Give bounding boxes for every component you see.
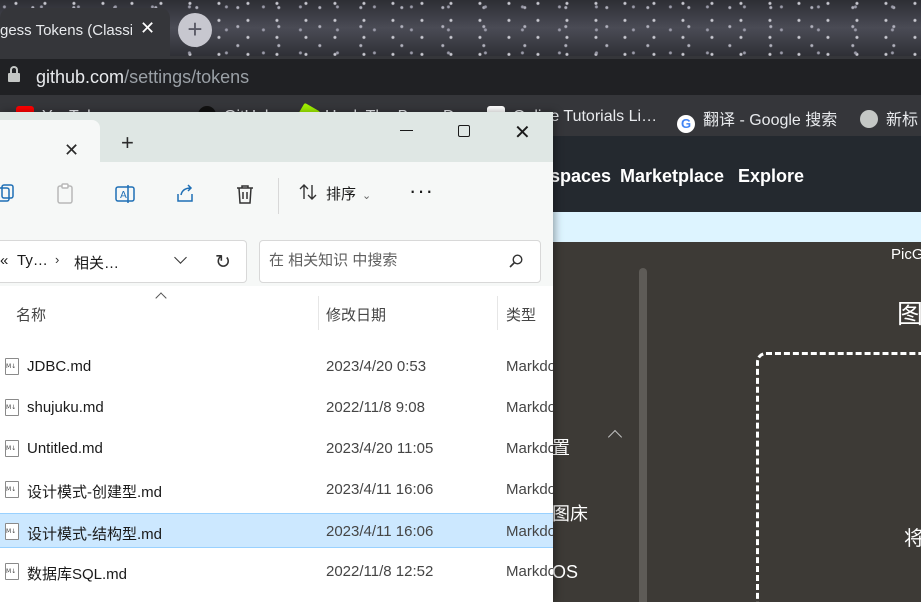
file-date: 2022/11/8 12:52 [326,563,434,580]
rename-icon[interactable]: A [113,182,137,206]
file-explorer-window: ✕ + ✕ A 排序 ⌄ ··· « Ty… › 相关… ↻ 在 相关知识 中搜… [0,112,553,602]
markdown-file-icon [5,399,19,416]
file-row[interactable]: Untitled.md 2023/4/20 11:05 Markdown [0,431,553,466]
browser-tab-strip: gess Tokens (Classi ✕ + [0,0,921,56]
file-name: Untitled.md [27,440,103,457]
github-banner [540,212,921,242]
column-header-date[interactable]: 修改日期 [326,304,386,325]
browser-new-tab-button[interactable]: + [178,13,212,47]
explorer-address-row: « Ty… › 相关… ↻ [0,230,553,286]
markdown-file-icon [5,523,19,540]
file-list: 名称 修改日期 类型 JDBC.md 2023/4/20 0:53 Markdo… [0,286,553,602]
file-date: 2023/4/20 0:53 [326,358,427,375]
file-date: 2023/4/11 16:06 [326,481,434,498]
page-heading-fragment: 图 [897,299,921,329]
more-options-button[interactable]: ··· [409,178,434,204]
column-divider[interactable] [497,296,498,330]
search-box[interactable] [259,240,541,283]
file-row[interactable]: JDBC.md 2023/4/20 0:53 Markdown [0,349,553,384]
browser-tab-title: gess Tokens (Classi [0,22,132,39]
file-type: Markdown [506,440,553,457]
chevron-up-icon[interactable] [607,429,623,445]
minimize-icon[interactable] [400,130,413,131]
sort-ascending-icon [155,292,167,304]
file-type: Markdown [506,523,553,540]
paste-icon[interactable] [53,182,77,206]
url-host: github.com [36,67,125,87]
bookmark-new[interactable]: 新标 [860,106,918,130]
sidebar-fragment-picbed[interactable]: 图床 [552,500,588,526]
svg-text:A: A [120,190,127,201]
sort-button[interactable]: 排序 ⌄ [298,183,371,204]
column-header-name[interactable]: 名称 [16,304,46,325]
browser-toolbar: github.com/settings/tokens [0,56,921,98]
globe-icon [860,110,878,128]
markdown-file-icon [5,440,19,457]
file-row-selected[interactable]: 设计模式-结构型.md 2023/4/11 16:06 Markdown [0,513,553,548]
breadcrumb[interactable]: « Ty… › 相关… ↻ [0,240,247,283]
bookmark-google-translate[interactable]: G 翻译 - Google 搜索 [677,106,837,133]
file-type: Markdown [506,358,553,375]
search-icon[interactable] [508,253,524,269]
sort-label: 排序 [326,186,357,203]
sidebar-fragment-settings[interactable]: 置 [552,434,570,460]
file-type: Markdown [506,563,553,580]
file-name: 设计模式-结构型.md [27,526,163,543]
column-header-type[interactable]: 类型 [506,304,536,325]
file-row[interactable]: 数据库SQL.md 2022/11/8 12:52 Markdown [0,554,553,589]
close-tab-icon[interactable]: ✕ [64,140,79,161]
nav-codespaces[interactable]: spaces [550,166,611,187]
refresh-icon[interactable]: ↻ [215,251,231,274]
explorer-command-bar: A 排序 ⌄ ··· [0,162,553,230]
sidebar-fragment-os[interactable]: OS [552,562,578,583]
url-text: github.com/settings/tokens [36,67,249,88]
file-name: JDBC.md [27,358,92,375]
browser-active-tab[interactable]: gess Tokens (Classi ✕ [0,8,170,56]
file-name: 设计模式-创建型.md [27,484,163,501]
markdown-file-icon [5,563,19,580]
file-date: 2023/4/11 16:06 [326,523,434,540]
chevron-down-icon: ⌄ [362,190,372,202]
page-scrollbar[interactable] [639,268,647,602]
search-input[interactable] [269,252,499,269]
github-header: spaces Marketplace Explore [540,136,921,212]
file-date: 2022/11/8 9:08 [326,399,425,416]
file-name: 数据库SQL.md [27,566,128,583]
delete-icon[interactable] [233,182,257,206]
nav-marketplace[interactable]: Marketplace [620,166,724,187]
address-bar[interactable]: github.com/settings/tokens [0,59,921,95]
breadcrumb-current[interactable]: 相关… [74,252,119,273]
upload-dropzone[interactable] [756,352,921,602]
share-icon[interactable] [173,182,197,206]
explorer-tab[interactable]: ✕ [0,120,100,162]
google-icon: G [677,115,695,133]
url-path: /settings/tokens [124,67,250,87]
markdown-file-icon [5,481,19,498]
file-name: shujuku.md [27,399,104,416]
new-tab-icon[interactable]: + [121,130,134,156]
breadcrumb-parent[interactable]: Ty… [17,252,48,269]
file-date: 2023/4/20 11:05 [326,440,434,457]
maximize-icon[interactable] [458,125,470,137]
lock-icon[interactable] [8,66,20,83]
column-divider[interactable] [318,296,319,330]
markdown-file-icon [5,358,19,375]
file-row[interactable]: 设计模式-创建型.md 2023/4/11 16:06 Markdown [0,472,553,507]
close-window-icon[interactable]: ✕ [514,120,531,145]
picg-label: PicG [891,246,921,263]
explorer-titlebar: ✕ + ✕ [0,112,553,162]
copy-icon[interactable] [0,182,18,206]
browser-tab-close-icon[interactable]: ✕ [140,18,155,39]
toolbar-divider [278,178,279,214]
dropzone-text-fragment: 将 [904,528,921,550]
nav-explore[interactable]: Explore [738,166,804,187]
github-page-body: PicG 图 置 图床 OS 将 [540,242,921,602]
sort-icon [299,184,317,200]
breadcrumb-chevron-icon[interactable]: › [55,252,59,267]
file-type: Markdown [506,481,553,498]
address-dropdown-icon[interactable] [174,251,187,264]
breadcrumb-overflow[interactable]: « [0,252,8,269]
file-type: Markdown [506,399,553,416]
file-row[interactable]: shujuku.md 2022/11/8 9:08 Markdown [0,390,553,425]
